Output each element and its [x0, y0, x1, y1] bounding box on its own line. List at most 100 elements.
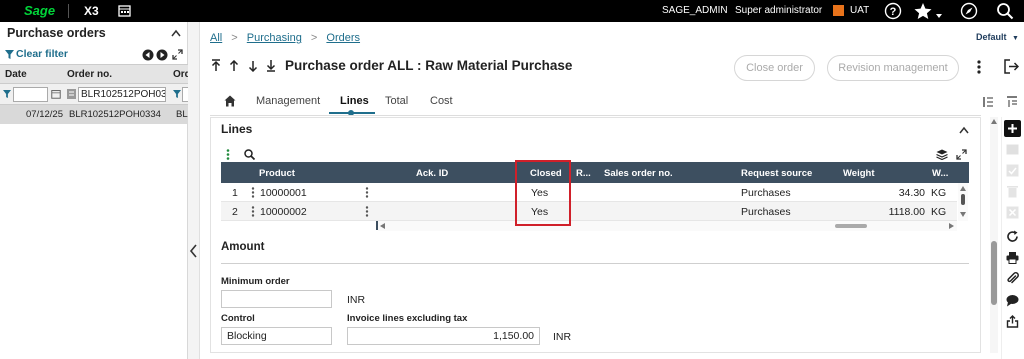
weight-unit-cell: KG: [931, 187, 947, 199]
calendar-icon[interactable]: [51, 89, 61, 99]
breadcrumb-all[interactable]: All: [210, 32, 222, 44]
expand-icon[interactable]: [956, 149, 967, 160]
column-product[interactable]: Product: [259, 168, 295, 179]
panel-collapse-strip[interactable]: [188, 22, 200, 359]
minimum-order-input[interactable]: [221, 290, 332, 308]
scroll-right-icon[interactable]: [949, 223, 954, 229]
environment-label[interactable]: UAT: [850, 0, 869, 22]
chevron-down-icon: ▼: [1012, 35, 1019, 42]
search-icon[interactable]: [996, 2, 1014, 20]
left-panel-title: Purchase orders: [7, 26, 106, 40]
tab-management[interactable]: Management: [256, 95, 320, 107]
request-source-cell: Purchases: [741, 187, 791, 199]
product-cell[interactable]: 10000001: [260, 187, 307, 199]
invoice-lines-input[interactable]: 1,150.00: [347, 327, 540, 345]
expand-icon[interactable]: [172, 49, 183, 60]
column-date[interactable]: Date: [5, 69, 27, 80]
home-icon[interactable]: [224, 95, 236, 107]
list-icon[interactable]: [67, 89, 76, 99]
next-icon[interactable]: [248, 60, 258, 72]
lines-section: [210, 117, 981, 353]
favorites-star-icon[interactable]: [914, 2, 944, 20]
row-actions-icon[interactable]: [251, 187, 255, 198]
tab-lines[interactable]: Lines: [340, 95, 369, 107]
calendar-icon[interactable]: [118, 4, 131, 17]
add-icon[interactable]: [1004, 120, 1021, 137]
delete-icon: [1004, 183, 1021, 200]
horizontal-scrollbar[interactable]: [378, 221, 957, 231]
scrollbar-thumb[interactable]: [835, 224, 867, 228]
divider: [68, 4, 69, 18]
product-menu-icon[interactable]: [365, 206, 369, 217]
column-sales-order-no[interactable]: Sales order no.: [604, 168, 673, 179]
grid-actions-icon[interactable]: [226, 149, 230, 160]
share-icon[interactable]: [1004, 313, 1021, 330]
table-row[interactable]: 2 10000002 Yes Purchases 1118.00 KG: [221, 202, 957, 221]
attachment-icon[interactable]: [1004, 270, 1021, 287]
last-record-icon[interactable]: [266, 59, 276, 72]
product-cell[interactable]: 10000002: [260, 206, 307, 218]
chevron-left-icon[interactable]: [189, 244, 198, 258]
filter-icon[interactable]: [173, 90, 181, 98]
print-icon[interactable]: [1004, 249, 1021, 266]
scroll-left-icon[interactable]: [380, 223, 385, 229]
tab-cost[interactable]: Cost: [430, 95, 453, 107]
next-record-icon[interactable]: [156, 49, 168, 61]
exit-icon[interactable]: [1004, 59, 1019, 74]
user-role[interactable]: Super administrator: [735, 0, 822, 22]
help-icon[interactable]: ?: [884, 2, 902, 20]
row-order-no[interactable]: BLR102512POH0334: [69, 109, 161, 120]
scrollbar-thumb[interactable]: [991, 241, 997, 305]
chevron-up-icon[interactable]: [171, 29, 181, 37]
scroll-down-icon[interactable]: [960, 212, 966, 217]
scroll-up-icon[interactable]: [960, 186, 966, 191]
chevron-right-icon: >: [231, 32, 238, 44]
chevron-up-icon[interactable]: [959, 126, 969, 134]
product-menu-icon[interactable]: [365, 187, 369, 198]
minimum-order-currency: INR: [347, 294, 366, 306]
row-actions-icon[interactable]: [251, 206, 255, 217]
user-code[interactable]: SAGE_ADMIN: [662, 0, 728, 22]
tab-total[interactable]: Total: [385, 95, 408, 107]
view-select[interactable]: Default ▼: [976, 32, 1019, 42]
comment-icon[interactable]: [1004, 292, 1021, 309]
search-icon[interactable]: [244, 149, 255, 160]
order-no-filter-input[interactable]: BLR102512POH033: [78, 87, 166, 102]
environment-color-swatch: [833, 5, 844, 16]
previous-icon[interactable]: [229, 60, 239, 72]
control-label: Control: [221, 313, 255, 324]
breadcrumb-orders[interactable]: Orders: [326, 32, 360, 44]
scroll-up-icon[interactable]: [991, 119, 997, 124]
column-request-source[interactable]: Request source: [741, 168, 812, 179]
scrollbar-thumb[interactable]: [961, 194, 965, 205]
clear-filter-link[interactable]: Clear filter: [16, 48, 68, 60]
compass-icon[interactable]: [960, 2, 978, 20]
previous-record-icon[interactable]: [142, 49, 154, 61]
page-scrollbar[interactable]: [990, 117, 998, 353]
column-order-no[interactable]: Order no.: [67, 69, 112, 80]
sage-logo[interactable]: Sage: [24, 0, 55, 22]
revision-management-button[interactable]: Revision management: [827, 55, 959, 81]
svg-text:?: ?: [890, 6, 897, 18]
column-weight[interactable]: Weight: [843, 168, 875, 179]
breadcrumb-purchasing[interactable]: Purchasing: [247, 32, 302, 44]
closed-column-highlight: [515, 160, 571, 226]
column-w[interactable]: W...: [932, 168, 948, 179]
filter-icon[interactable]: [3, 90, 11, 98]
invoice-lines-currency: INR: [553, 331, 572, 343]
sort-icon[interactable]: [1006, 96, 1018, 108]
column-settings-icon[interactable]: [982, 96, 994, 108]
vertical-scrollbar[interactable]: [958, 183, 968, 221]
table-row[interactable]: 1 10000001 Yes Purchases 34.30 KG: [221, 183, 957, 202]
control-select[interactable]: Blocking: [221, 327, 332, 345]
refresh-icon[interactable]: [1004, 228, 1021, 245]
more-actions-icon[interactable]: [977, 60, 981, 74]
column-ack-id[interactable]: Ack. ID: [416, 168, 448, 179]
first-record-icon[interactable]: [211, 59, 221, 72]
close-order-button[interactable]: Close order: [734, 55, 815, 81]
layers-icon[interactable]: [936, 149, 948, 160]
row-number: 2: [232, 206, 238, 218]
left-grid-row[interactable]: 07/12/25 BLR102512POH0334 BL: [0, 105, 188, 124]
date-filter-input[interactable]: [13, 87, 48, 102]
column-r[interactable]: R...: [576, 168, 591, 179]
